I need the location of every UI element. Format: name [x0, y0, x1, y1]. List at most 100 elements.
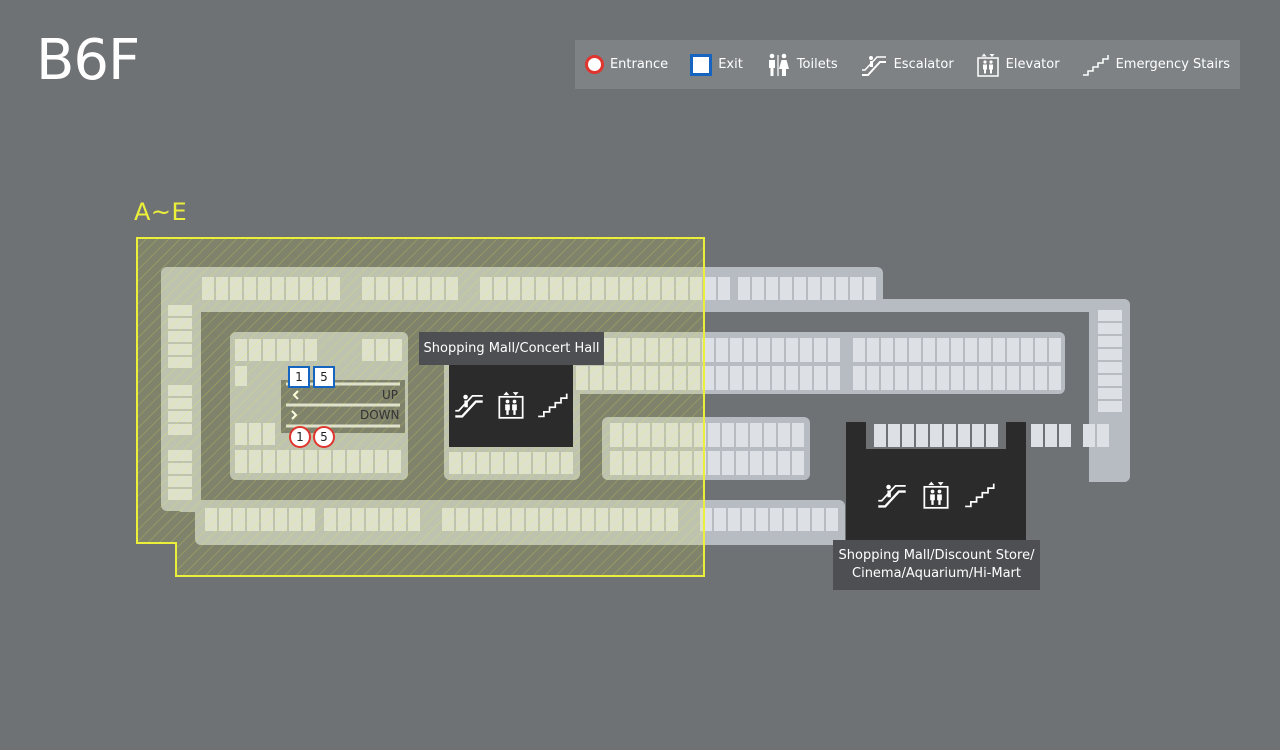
- parking-space: [814, 338, 826, 362]
- parking-space: [909, 338, 921, 362]
- parking-space: [798, 508, 810, 531]
- exit-number: 1: [295, 370, 303, 384]
- parking-space: [1007, 338, 1019, 362]
- parking-space: [937, 338, 949, 362]
- east-area-label-line2: Cinema/Aquarium/Hi-Mart: [852, 566, 1021, 581]
- parking-space: [822, 277, 834, 300]
- parking-space: [708, 423, 720, 447]
- parking-space: [1059, 424, 1071, 447]
- parking-space: [951, 366, 963, 390]
- parking-space: [923, 338, 935, 362]
- escalator-icon: [878, 484, 906, 508]
- parking-space: [958, 424, 970, 447]
- parking-space: [867, 366, 879, 390]
- zone-hatch: [136, 237, 705, 577]
- parking-space: [1049, 366, 1061, 390]
- parking-space: [794, 277, 806, 300]
- parking-space: [916, 424, 928, 447]
- parking-space: [708, 451, 720, 475]
- parking-space: [1098, 362, 1122, 373]
- exit-5: 5: [313, 366, 335, 388]
- parking-space: [722, 423, 734, 447]
- parking-space: [764, 451, 776, 475]
- parking-space: [766, 277, 778, 300]
- parking-space: [786, 366, 798, 390]
- parking-space: [744, 366, 756, 390]
- parking-space: [1098, 349, 1122, 360]
- parking-space: [993, 366, 1005, 390]
- parking-space: [909, 366, 921, 390]
- parking-space: [1021, 338, 1033, 362]
- lane-up-label: UP: [382, 388, 399, 402]
- parking-space: [714, 508, 726, 531]
- parking-space: [758, 338, 770, 362]
- parking-space: [808, 277, 820, 300]
- parking-space: [770, 508, 782, 531]
- parking-space: [881, 366, 893, 390]
- parking-space: [1098, 375, 1122, 386]
- parking-space: [772, 338, 784, 362]
- floor-map: [136, 237, 1130, 577]
- west-core: [449, 362, 573, 447]
- parking-space: [1049, 338, 1061, 362]
- parking-space: [738, 277, 750, 300]
- parking-space: [1045, 424, 1057, 447]
- parking-space: [812, 508, 824, 531]
- parking-space: [716, 338, 728, 362]
- parking-space: [718, 277, 730, 300]
- parking-space: [792, 423, 804, 447]
- parking-space: [1098, 388, 1122, 399]
- parking-space: [1097, 424, 1109, 447]
- parking-space: [930, 424, 942, 447]
- parking-space: [742, 508, 754, 531]
- exit-1: 1: [288, 366, 310, 388]
- parking-space: [853, 366, 865, 390]
- entrance-number: 5: [320, 430, 328, 444]
- east-area-label-line1: Shopping Mall/Discount Store/: [838, 548, 1035, 563]
- parking-space: [784, 508, 796, 531]
- parking-space: [756, 508, 768, 531]
- parking-space: [902, 424, 914, 447]
- parking-space: [716, 366, 728, 390]
- parking-space: [965, 338, 977, 362]
- parking-space: [1035, 366, 1047, 390]
- entrance-1: 1: [289, 426, 311, 448]
- parking-space: [937, 366, 949, 390]
- parking-space: [1007, 366, 1019, 390]
- parking-space: [800, 366, 812, 390]
- parking-space: [786, 338, 798, 362]
- parking-space: [895, 338, 907, 362]
- parking-space: [979, 366, 991, 390]
- entrance-5: 5: [313, 426, 335, 448]
- parking-space: [972, 424, 984, 447]
- parking-space: [993, 338, 1005, 362]
- exit-number: 5: [320, 370, 328, 384]
- parking-space: [814, 366, 826, 390]
- east-area-label: Shopping Mall/Discount Store/ Cinema/Aqu…: [833, 540, 1040, 590]
- entrance-number: 1: [296, 430, 304, 444]
- parking-space: [722, 451, 734, 475]
- parking-space: [736, 451, 748, 475]
- parking-space: [730, 338, 742, 362]
- parking-space: [1035, 338, 1047, 362]
- parking-space: [895, 366, 907, 390]
- parking-space: [951, 338, 963, 362]
- parking-space: [923, 366, 935, 390]
- parking-space: [828, 366, 840, 390]
- parking-space: [1098, 401, 1122, 412]
- parking-space: [730, 366, 742, 390]
- parking-space: [764, 423, 776, 447]
- lane-down-label: DOWN: [360, 408, 400, 422]
- parking-space: [986, 424, 998, 447]
- parking-space: [1083, 424, 1095, 447]
- east-core-top-right: [1006, 422, 1026, 452]
- parking-space: [1021, 366, 1033, 390]
- parking-space: [888, 424, 900, 447]
- parking-space: [800, 338, 812, 362]
- emergency-stairs-icon: [538, 393, 568, 417]
- parking-space: [750, 451, 762, 475]
- parking-space: [828, 338, 840, 362]
- parking-space: [850, 277, 862, 300]
- west-area-label-text: Shopping Mall/Concert Hall: [423, 340, 600, 356]
- west-area-label: Shopping Mall/Concert Hall: [419, 332, 604, 365]
